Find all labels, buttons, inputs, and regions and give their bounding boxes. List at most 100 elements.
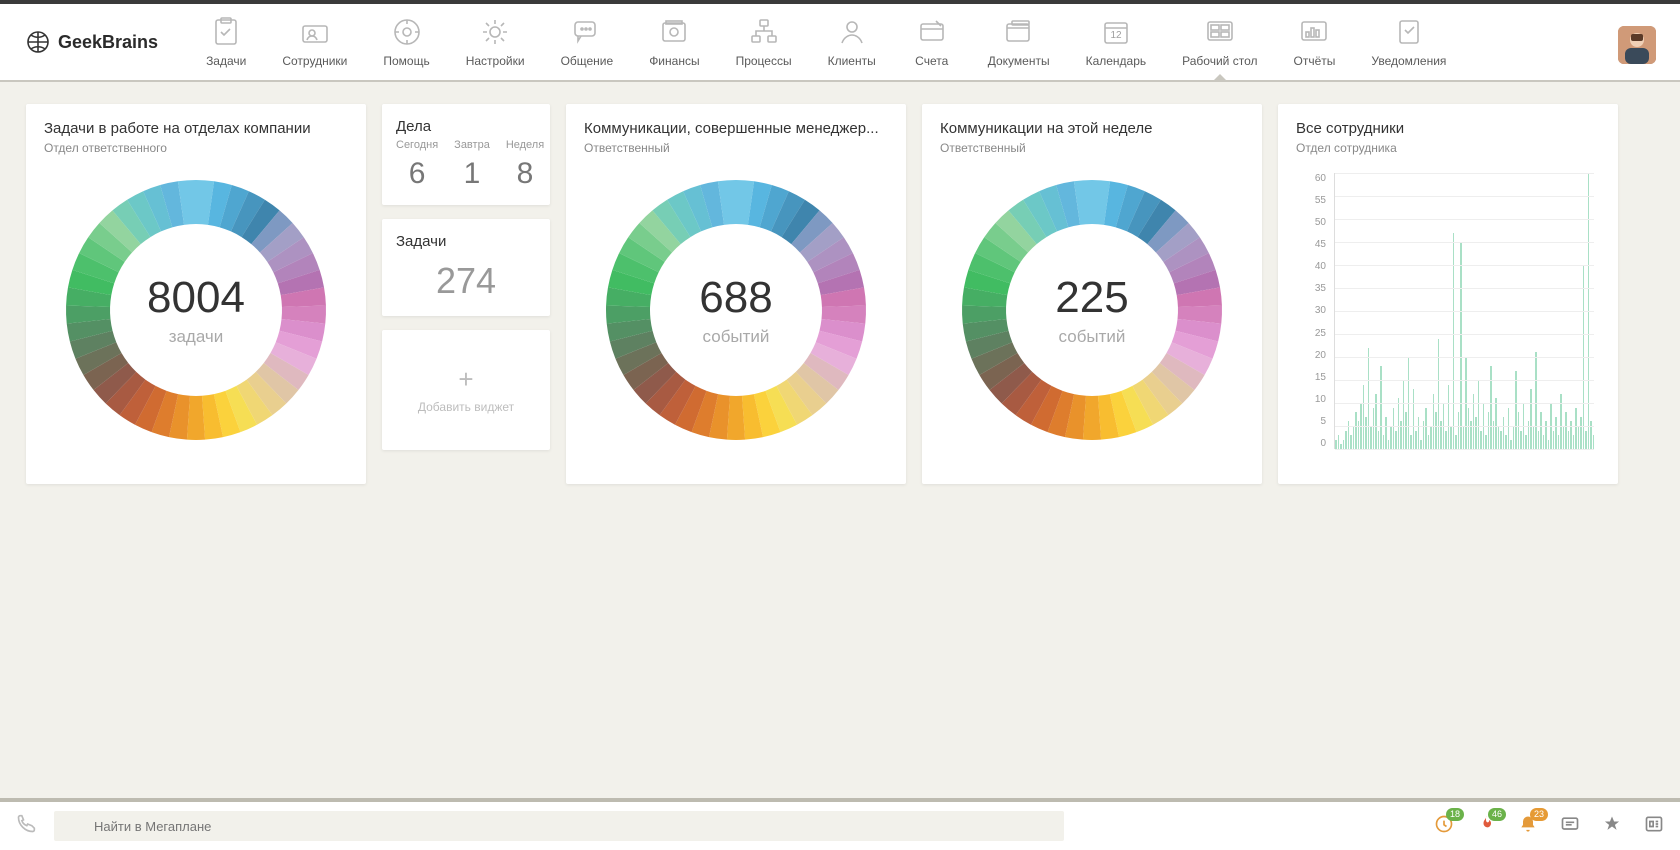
nav-label: Уведомления: [1371, 54, 1446, 68]
phone-icon[interactable]: [16, 814, 36, 839]
widget-deals[interactable]: Дела Сегодня6Завтра1Неделя8: [382, 104, 550, 205]
nav-help[interactable]: Помощь: [383, 16, 429, 68]
bar: [1338, 435, 1340, 449]
donut-label: событий: [699, 327, 772, 347]
widget-tasks-count[interactable]: Задачи 274: [382, 219, 550, 316]
deals-col: Завтра1: [454, 139, 490, 191]
small-widgets-column: Дела Сегодня6Завтра1Неделя8 Задачи 274 +…: [382, 104, 550, 450]
widget-title: Дела: [396, 118, 536, 135]
reminders-icon[interactable]: 18: [1434, 814, 1454, 839]
bar: [1500, 431, 1502, 449]
bar: [1505, 435, 1507, 449]
deals-col-head: Завтра: [454, 139, 490, 151]
status-icons: 18 46 23: [1434, 814, 1664, 839]
user-avatar[interactable]: [1618, 26, 1656, 64]
bar: [1363, 385, 1365, 449]
nav-accounts[interactable]: Счета: [912, 16, 952, 68]
brand-text: GeekBrains: [58, 32, 158, 53]
bar: [1573, 435, 1575, 449]
favorites-icon[interactable]: [1602, 814, 1622, 839]
bar: [1383, 435, 1385, 449]
deals-col-head: Сегодня: [396, 139, 438, 151]
bar: [1480, 431, 1482, 449]
accounts-icon: [912, 16, 952, 48]
bar: [1520, 431, 1522, 449]
bar: [1355, 412, 1357, 449]
bar: [1555, 417, 1557, 449]
widget-title: Коммуникации, совершенные менеджер...: [584, 120, 888, 137]
bar: [1373, 408, 1375, 449]
widget-comm-week[interactable]: Коммуникации на этой неделе Ответственны…: [922, 104, 1262, 484]
widget-subtitle: Ответственный: [940, 141, 1244, 155]
urgent-icon[interactable]: 46: [1476, 814, 1496, 839]
calendar-icon: 12: [1096, 16, 1136, 48]
notifications-icon[interactable]: 23: [1518, 814, 1538, 839]
chat-icon: [567, 16, 607, 48]
bar: [1515, 371, 1517, 449]
widget-subtitle: Отдел ответственного: [44, 141, 348, 155]
bar: [1353, 426, 1355, 449]
bar: [1435, 412, 1437, 449]
widget-tasks-by-dept[interactable]: Задачи в работе на отделах компании Отде…: [26, 104, 366, 484]
bar: [1385, 417, 1387, 449]
bar: [1335, 440, 1337, 449]
bar: [1428, 435, 1430, 449]
bar: [1395, 431, 1397, 449]
bar: [1455, 435, 1457, 449]
feed-icon[interactable]: [1644, 814, 1664, 839]
tasks-count-value: 274: [396, 260, 536, 302]
bar: [1445, 431, 1447, 449]
nav-label: Общение: [561, 54, 614, 68]
bar: [1533, 426, 1535, 449]
deals-col-value: 8: [506, 157, 544, 191]
nav-reports[interactable]: Отчёты: [1293, 16, 1335, 68]
nav-desktop[interactable]: Рабочий стол: [1182, 16, 1257, 68]
bar: [1478, 380, 1480, 449]
bar: [1543, 435, 1545, 449]
bar: [1585, 431, 1587, 449]
nav-settings[interactable]: Настройки: [466, 16, 525, 68]
bar: [1438, 339, 1440, 449]
bar: [1563, 426, 1565, 449]
donut-label: задачи: [147, 327, 245, 347]
bar: [1380, 366, 1382, 449]
bar: [1513, 426, 1515, 449]
widget-title: Задачи в работе на отделах компании: [44, 120, 348, 137]
widget-comm-managers[interactable]: Коммуникации, совершенные менеджер... От…: [566, 104, 906, 484]
bar: [1393, 408, 1395, 449]
nav-finance[interactable]: Финансы: [649, 16, 699, 68]
nav-label: Клиенты: [828, 54, 876, 68]
deals-col-value: 6: [396, 157, 438, 191]
add-widget-button[interactable]: + Добавить виджет: [382, 330, 550, 450]
bar: [1420, 440, 1422, 449]
bar: [1518, 412, 1520, 449]
svg-text:12: 12: [1110, 30, 1122, 41]
nav-employees[interactable]: Сотрудники: [282, 16, 347, 68]
nav-processes[interactable]: Процессы: [736, 16, 792, 68]
messages-icon[interactable]: [1560, 814, 1580, 839]
bottombar: 18 46 23: [0, 798, 1680, 850]
nav-documents[interactable]: Документы: [988, 16, 1050, 68]
bar: [1508, 408, 1510, 449]
nav-tasks[interactable]: Задачи: [206, 16, 246, 68]
nav-calendar[interactable]: 12 Календарь: [1086, 16, 1147, 68]
bar: [1368, 348, 1370, 449]
bar: [1430, 426, 1432, 449]
bar: [1503, 417, 1505, 449]
nav-notifications[interactable]: Уведомления: [1371, 16, 1446, 68]
nav-label: Помощь: [383, 54, 429, 68]
brand-logo: GeekBrains: [26, 30, 158, 54]
global-search-input[interactable]: [54, 811, 1064, 841]
reports-icon: [1294, 16, 1334, 48]
bar: [1593, 435, 1595, 449]
nav-label: Календарь: [1086, 54, 1147, 68]
bar: [1568, 431, 1570, 449]
nav-clients[interactable]: Клиенты: [828, 16, 876, 68]
bar: [1413, 389, 1415, 449]
nav-chat[interactable]: Общение: [561, 16, 614, 68]
bar: [1525, 435, 1527, 449]
bar: [1548, 440, 1550, 449]
bar: [1485, 435, 1487, 449]
widget-all-employees[interactable]: Все сотрудники Отдел сотрудника 60555045…: [1278, 104, 1618, 484]
bar: [1495, 398, 1497, 449]
